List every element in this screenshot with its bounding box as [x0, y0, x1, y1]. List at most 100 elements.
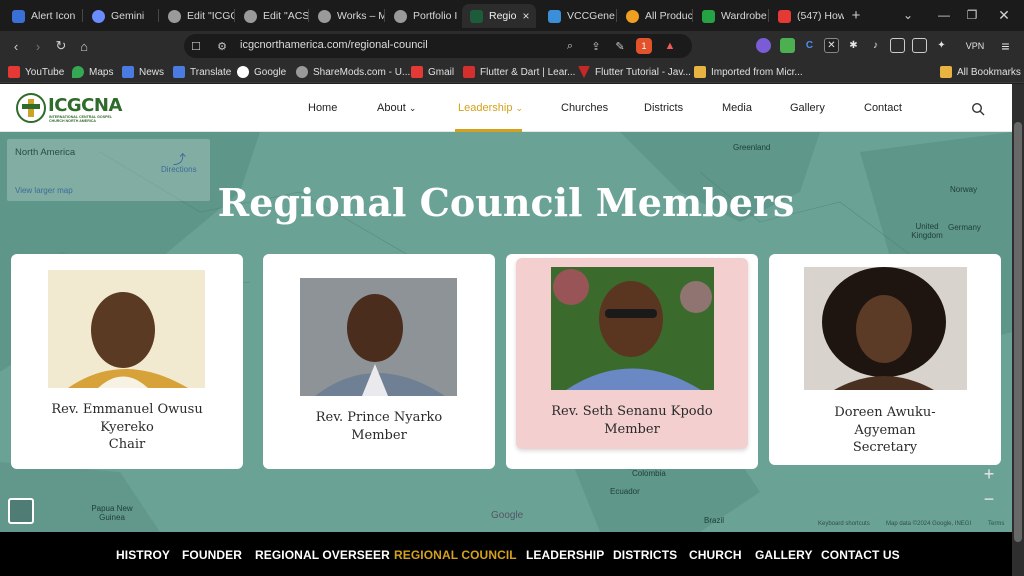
- tab-label: Alert Icon: [31, 10, 76, 22]
- tab-portfolio[interactable]: Portfolio I: [386, 4, 458, 28]
- member-card[interactable]: Rev. Prince Nyarko Member: [263, 254, 495, 469]
- extension-icon[interactable]: [756, 38, 771, 53]
- nav-home[interactable]: Home: [308, 102, 337, 114]
- nav-leadership[interactable]: Leadership ⌄: [458, 102, 523, 114]
- footer-link-history[interactable]: HISTROY: [116, 548, 170, 562]
- nav-about[interactable]: About ⌄: [377, 102, 416, 114]
- bookmark-news[interactable]: News: [122, 64, 164, 80]
- chevron-down-icon: ⌄: [408, 103, 417, 113]
- nav-gallery[interactable]: Gallery: [790, 102, 825, 114]
- active-nav-underline: [455, 129, 522, 132]
- flutter-dart-icon: [463, 66, 475, 78]
- tab-gemini[interactable]: Gemini: [84, 4, 158, 28]
- home-icon[interactable]: ⌂: [74, 36, 94, 56]
- bookmark-translate[interactable]: Translate: [173, 64, 231, 80]
- footer-link-contact-us[interactable]: CONTACT US: [821, 548, 900, 562]
- footer-link-church[interactable]: CHURCH: [689, 548, 742, 562]
- footer-link-districts[interactable]: DISTRICTS: [613, 548, 677, 562]
- url-text[interactable]: icgcnorthamerica.com/regional-council: [240, 39, 428, 51]
- reload-icon[interactable]: ↻: [51, 36, 71, 56]
- close-window-icon[interactable]: ✕: [990, 4, 1018, 26]
- tab-works[interactable]: Works – M: [310, 4, 384, 28]
- nav-media[interactable]: Media: [722, 102, 752, 114]
- map-zoom-in-button[interactable]: +: [982, 464, 996, 484]
- bookmark-gmail[interactable]: Gmail: [411, 64, 454, 80]
- wallet-icon[interactable]: [912, 38, 927, 53]
- map-layer-thumbnail[interactable]: [8, 498, 34, 524]
- site-logo-text[interactable]: ICGCNA: [48, 95, 122, 116]
- flutter-tutorial-icon: [578, 66, 590, 78]
- tab-wardrobe[interactable]: Wardrobe: [694, 4, 768, 28]
- bookmark-flutter-tutorial[interactable]: Flutter Tutorial - Jav...: [578, 64, 691, 80]
- back-icon[interactable]: ‹: [6, 36, 26, 56]
- restore-icon[interactable]: ❐: [958, 4, 986, 26]
- tab-label: Edit "ICGC: [187, 10, 234, 22]
- tab-search-chevron-icon[interactable]: ⌄: [894, 4, 922, 26]
- tab-youtube[interactable]: (547) How: [770, 4, 844, 28]
- bookmark-maps[interactable]: Maps: [72, 64, 113, 80]
- footer-link-regional-council[interactable]: REGIONAL COUNCIL: [394, 548, 517, 562]
- directions-link[interactable]: Directions: [161, 165, 197, 174]
- forward-icon[interactable]: ›: [28, 36, 48, 56]
- extension-x-icon[interactable]: ✕: [824, 38, 839, 53]
- member-card[interactable]: Doreen Awuku- Agyeman Secretary: [769, 254, 1001, 465]
- tab-vccgene[interactable]: VCCGene: [540, 4, 616, 28]
- member-card-hovered[interactable]: Rev. Seth Senanu Kpodo Member: [506, 254, 758, 469]
- sidebar-icon[interactable]: [890, 38, 905, 53]
- extensions-puzzle-icon[interactable]: ✱: [846, 38, 861, 53]
- tab-edit-icgc[interactable]: Edit "ICGC: [160, 4, 234, 28]
- footer-link-gallery[interactable]: GALLERY: [755, 548, 813, 562]
- keyboard-shortcuts-link[interactable]: Keyboard shortcuts: [818, 521, 870, 527]
- tab-alert-icon[interactable]: Alert Icon: [4, 4, 80, 28]
- tab-label: All Produc: [645, 10, 692, 22]
- translate-icon[interactable]: ✎: [612, 38, 628, 54]
- all-bookmarks-folder[interactable]: All Bookmarks: [940, 64, 1021, 80]
- icgc-favicon-icon: [470, 9, 483, 23]
- scrollbar-thumb[interactable]: [1014, 122, 1022, 542]
- tab-divider: [384, 9, 385, 22]
- footer-link-regional-overseer[interactable]: REGIONAL OVERSEER: [255, 548, 390, 562]
- site-info-icon[interactable]: ⚙: [214, 38, 230, 54]
- brave-shields-icon[interactable]: 1: [636, 38, 652, 54]
- close-tab-icon[interactable]: ×: [522, 9, 529, 23]
- bookmark-google[interactable]: Google: [237, 64, 286, 80]
- tab-regional-council-active[interactable]: Regio ×: [462, 4, 536, 28]
- address-bar[interactable]: ☐ ⚙ icgcnorthamerica.com/regional-counci…: [184, 34, 692, 58]
- share-icon[interactable]: ⇪: [588, 38, 604, 54]
- map-data-credit: Map data ©2024 Google, INEGI: [886, 521, 972, 527]
- bookmark-imported-folder[interactable]: Imported from Micr...: [694, 64, 803, 80]
- menu-icon[interactable]: ≡: [998, 38, 1013, 54]
- icgc-logo-icon[interactable]: [16, 93, 46, 123]
- gmail-icon: [411, 66, 423, 78]
- minimize-icon[interactable]: —: [930, 4, 958, 26]
- leo-ai-icon[interactable]: ✦: [934, 38, 949, 53]
- map-terms-link[interactable]: Terms: [988, 521, 1004, 527]
- bookmark-youtube[interactable]: YouTube: [8, 64, 64, 80]
- tab-all-products[interactable]: All Produc: [618, 4, 692, 28]
- nav-churches[interactable]: Churches: [561, 102, 608, 114]
- site-logo-subtitle: INTERNATIONAL CENTRAL GOSPEL CHURCH NORT…: [49, 115, 113, 123]
- bookmark-page-icon[interactable]: ☐: [188, 38, 204, 54]
- member-card[interactable]: Rev. Emmanuel Owusu Kyereko Chair: [11, 254, 243, 469]
- nav-districts[interactable]: Districts: [644, 102, 683, 114]
- bookmark-label: Maps: [89, 66, 114, 78]
- brave-rewards-icon[interactable]: ▲: [662, 38, 678, 54]
- media-icon[interactable]: ♪: [868, 38, 883, 53]
- new-tab-button[interactable]: +: [842, 4, 870, 26]
- extension-c-icon[interactable]: C: [802, 38, 817, 53]
- tab-edit-acsi[interactable]: Edit "ACSI: [236, 4, 308, 28]
- search-icon[interactable]: [971, 102, 985, 116]
- web-page: North America ⤴ Directions View larger m…: [0, 84, 1012, 576]
- zoom-icon[interactable]: ⌕: [562, 38, 578, 54]
- bookmark-flutter-dart[interactable]: Flutter & Dart | Lear...: [463, 64, 575, 80]
- extension-icon[interactable]: [780, 38, 795, 53]
- vpn-button[interactable]: VPN: [958, 38, 992, 53]
- footer-link-founder[interactable]: FOUNDER: [182, 548, 242, 562]
- bookmark-sharemods[interactable]: ShareMods.com - U...: [296, 64, 410, 80]
- map-zoom-out-button[interactable]: −: [982, 489, 996, 509]
- footer-link-leadership[interactable]: LEADERSHIP: [526, 548, 604, 562]
- nav-contact[interactable]: Contact: [864, 102, 902, 114]
- tab-divider: [692, 9, 693, 22]
- member-name-line: Doreen Awuku-: [834, 405, 936, 420]
- page-scrollbar[interactable]: [1012, 84, 1024, 576]
